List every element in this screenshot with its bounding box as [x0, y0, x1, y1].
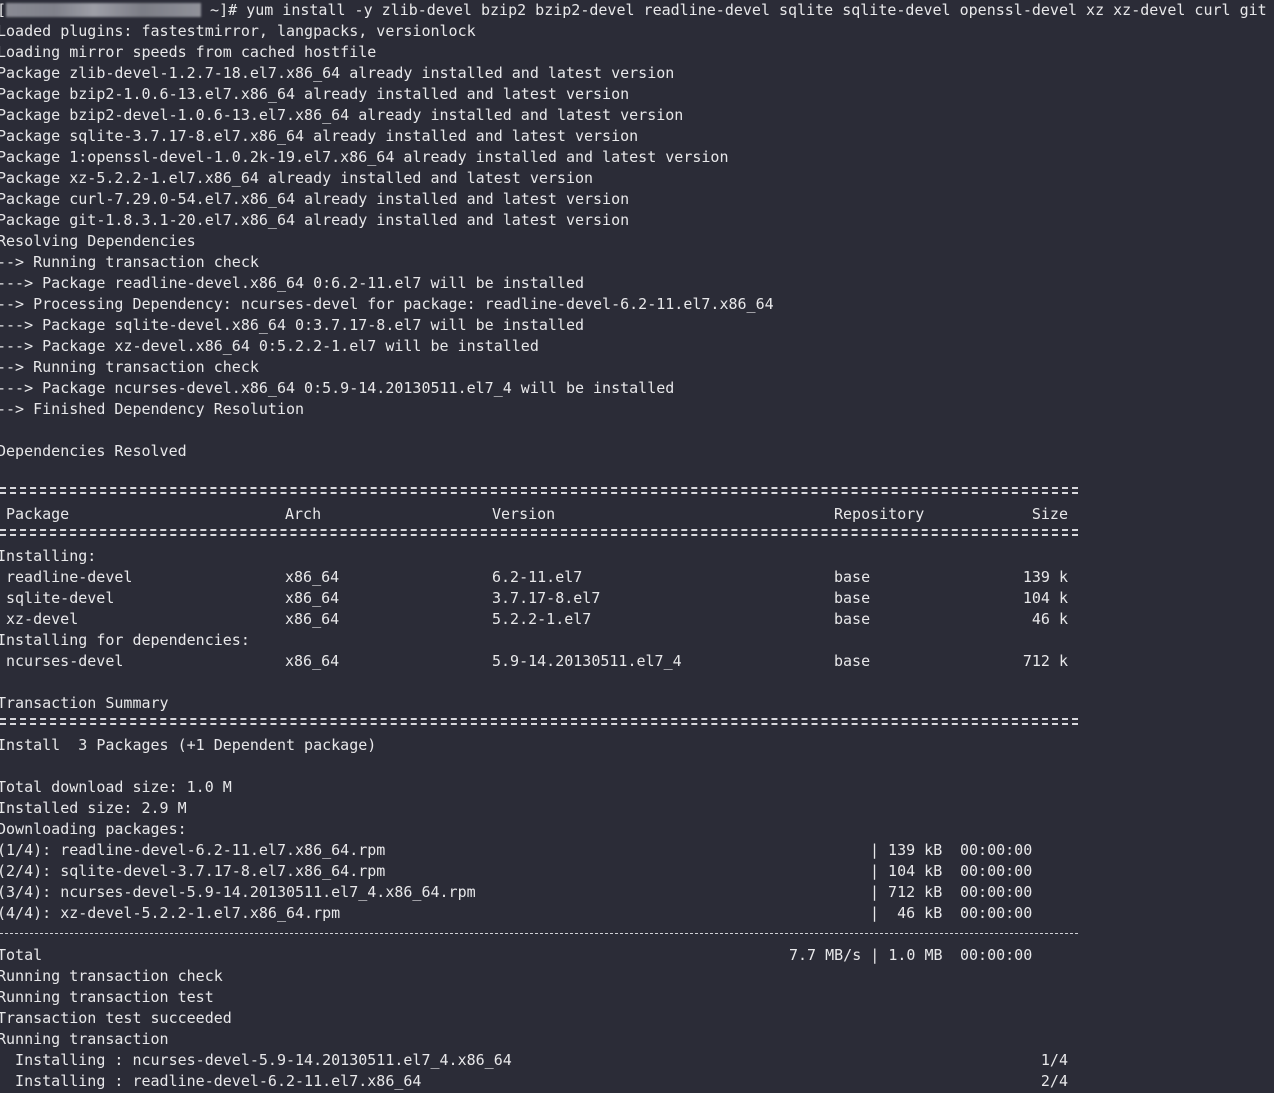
installing-label: Installing:	[0, 547, 97, 565]
summary-rule	[0, 718, 1078, 725]
cell-arch: x86_64	[285, 568, 340, 586]
output-line: Package bzip2-1.0.6-13.el7.x86_64 alread…	[0, 85, 630, 103]
progress-count: 1/4	[1040, 1051, 1068, 1069]
output-line: Package git-1.8.3.1-20.el7.x86_64 alread…	[0, 211, 630, 229]
cell-repository: base	[834, 589, 871, 607]
cell-version: 3.7.17-8.el7	[492, 589, 601, 607]
command-prompt-line: [ ~]# yum install -y zlib-devel bzip2 bz…	[0, 0, 1267, 21]
header-version: Version	[492, 505, 556, 523]
output-line: Dependencies Resolved	[0, 442, 187, 460]
output-line: Package bzip2-devel-1.0.6-13.el7.x86_64 …	[0, 106, 684, 124]
download-name: (2/4): sqlite-devel-3.7.17-8.el7.x86_64.…	[0, 862, 386, 880]
output-line: --> Processing Dependency: ncurses-devel…	[0, 295, 774, 313]
header-package: Package	[6, 505, 70, 523]
cell-package: sqlite-devel	[6, 589, 115, 607]
total-label: Total	[0, 946, 43, 964]
download-time: 00:00:00	[960, 862, 1033, 880]
cell-version: 5.9-14.20130511.el7_4	[492, 652, 682, 670]
installed-size: Installed size: 2.9 M	[0, 799, 187, 817]
download-size: | 46 kB	[870, 904, 943, 922]
prompt-suffix: ~]#	[201, 1, 247, 19]
output-line: Package curl-7.29.0-54.el7.x86_64 alread…	[0, 190, 630, 208]
output-line: Running transaction check	[0, 967, 223, 985]
cell-arch: x86_64	[285, 610, 340, 628]
download-size: | 139 kB	[870, 841, 943, 859]
cell-size: 104 k	[1022, 589, 1068, 607]
output-line: Running transaction test	[0, 988, 214, 1006]
cell-arch: x86_64	[285, 589, 340, 607]
cell-size: 139 k	[1022, 568, 1068, 586]
cell-arch: x86_64	[285, 652, 340, 670]
output-line: ---> Package sqlite-devel.x86_64 0:3.7.1…	[0, 316, 584, 334]
output-line: --> Finished Dependency Resolution	[0, 400, 305, 418]
output-line: Transaction test succeeded	[0, 1009, 232, 1027]
progress-text: Installing : readline-devel-6.2-11.el7.x…	[0, 1072, 422, 1090]
output-line: Package sqlite-3.7.17-8.el7.x86_64 alrea…	[0, 127, 639, 145]
summary-title: Transaction Summary	[0, 694, 169, 712]
header-repository: Repository	[834, 505, 925, 523]
cell-version: 6.2-11.el7	[492, 568, 583, 586]
output-line: ---> Package xz-devel.x86_64 0:5.2.2-1.e…	[0, 337, 539, 355]
cell-repository: base	[834, 610, 871, 628]
output-line: --> Running transaction check	[0, 358, 259, 376]
download-time: 00:00:00	[960, 883, 1033, 901]
total-rate: 7.7 MB/s | 1.0 MB	[789, 946, 943, 964]
cell-package: xz-devel	[6, 610, 79, 628]
header-arch: Arch	[285, 505, 322, 523]
output-line: ---> Package readline-devel.x86_64 0:6.2…	[0, 274, 584, 292]
output-line: --> Running transaction check	[0, 253, 259, 271]
terminal-window[interactable]: [ ~]# yum install -y zlib-devel bzip2 bz…	[0, 0, 1274, 1093]
output-line: ---> Package ncurses-devel.x86_64 0:5.9-…	[0, 379, 675, 397]
deps-label: Installing for dependencies:	[0, 631, 250, 649]
progress-text: Installing : ncurses-devel-5.9-14.201305…	[0, 1051, 512, 1069]
output-line: Package xz-5.2.2-1.el7.x86_64 already in…	[0, 169, 594, 187]
download-name: (3/4): ncurses-devel-5.9-14.20130511.el7…	[0, 883, 476, 901]
download-size: | 712 kB	[870, 883, 943, 901]
total-download-size: Total download size: 1.0 M	[0, 778, 232, 796]
download-time: 00:00:00	[960, 841, 1033, 859]
cell-repository: base	[834, 652, 871, 670]
header-size: Size	[1031, 505, 1068, 523]
output-line: Loading mirror speeds from cached hostfi…	[0, 43, 377, 61]
cell-package: readline-devel	[6, 568, 133, 586]
progress-count: 2/4	[1040, 1072, 1068, 1090]
output-line: Package zlib-devel-1.2.7-18.el7.x86_64 a…	[0, 64, 675, 82]
command-text: yum install -y zlib-devel bzip2 bzip2-de…	[246, 1, 1267, 19]
download-time: 00:00:00	[960, 904, 1033, 922]
output-line: Loaded plugins: fastestmirror, langpacks…	[0, 22, 476, 40]
download-name: (4/4): xz-devel-5.2.2-1.el7.x86_64.rpm	[0, 904, 341, 922]
download-rule	[0, 933, 1078, 934]
downloading-label: Downloading packages:	[0, 820, 187, 838]
output-line: Resolving Dependencies	[0, 232, 196, 250]
download-size: | 104 kB	[870, 862, 943, 880]
cell-size: 46 k	[1031, 610, 1068, 628]
output-line: Package 1:openssl-devel-1.0.2k-19.el7.x8…	[0, 148, 729, 166]
cell-repository: base	[834, 568, 871, 586]
cell-size: 712 k	[1022, 652, 1068, 670]
redacted-hostname	[6, 3, 202, 17]
output-line: Running transaction	[0, 1030, 169, 1048]
total-time: 00:00:00	[960, 946, 1033, 964]
summary-install-line: Install 3 Packages (+1 Dependent package…	[0, 736, 377, 754]
table-top-rule	[0, 487, 1078, 494]
cell-version: 5.2.2-1.el7	[492, 610, 592, 628]
table-header-rule	[0, 529, 1078, 536]
cell-package: ncurses-devel	[6, 652, 124, 670]
download-name: (1/4): readline-devel-6.2-11.el7.x86_64.…	[0, 841, 386, 859]
